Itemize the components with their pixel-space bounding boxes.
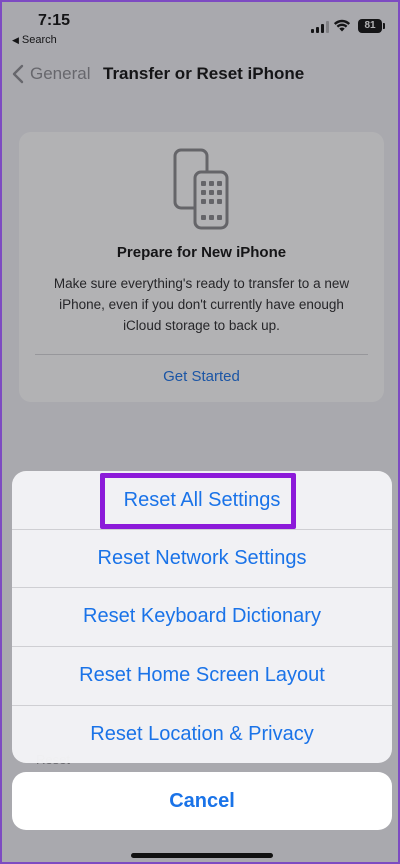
screenshot-frame: 7:15 ◀ Search 81 General Transfer or Rese… xyxy=(0,0,400,864)
reset-all-settings-button[interactable]: Reset All Settings xyxy=(12,471,392,529)
cancel-button[interactable]: Cancel xyxy=(12,772,392,830)
settings-screen: 7:15 ◀ Search 81 General Transfer or Rese… xyxy=(2,2,398,862)
reset-network-settings-button[interactable]: Reset Network Settings xyxy=(12,529,392,587)
reset-keyboard-dictionary-button[interactable]: Reset Keyboard Dictionary xyxy=(12,587,392,645)
reset-home-screen-layout-button[interactable]: Reset Home Screen Layout xyxy=(12,646,392,704)
action-sheet: Reset All Settings Reset Network Setting… xyxy=(12,471,392,763)
home-indicator[interactable] xyxy=(131,853,273,858)
reset-location-privacy-button[interactable]: Reset Location & Privacy xyxy=(12,705,392,763)
